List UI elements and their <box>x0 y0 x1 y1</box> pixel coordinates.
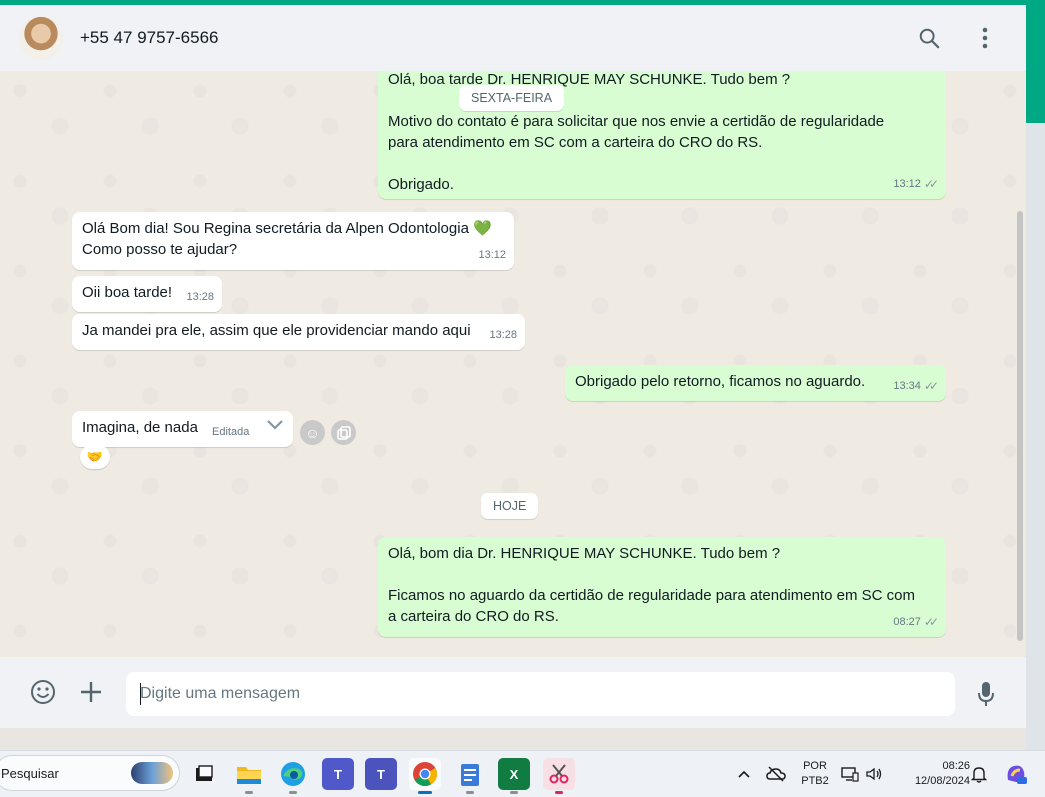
header-actions <box>916 25 998 51</box>
volume-icon[interactable] <box>862 758 886 790</box>
message-text: Imagina, de nada <box>82 419 198 436</box>
message-text: Ficamos no aguardo da certidão de regula… <box>388 587 915 604</box>
taskbar-search-label: Pesquisar <box>1 765 59 781</box>
snipping-tool-icon[interactable] <box>543 758 575 794</box>
message-time: 13:28 <box>186 291 214 303</box>
clock-time: 08:26 <box>942 760 970 772</box>
date-separator: HOJE <box>481 493 539 519</box>
time-label: 13:34 <box>893 380 921 392</box>
notification-bell-icon[interactable] <box>966 758 992 790</box>
contact-name[interactable]: +55 47 9757-6566 <box>80 28 219 48</box>
message-list[interactable]: Olá, boa tarde Dr. HENRIQUE MAY SCHUNKE.… <box>0 71 1026 657</box>
clock-date: 12/08/2024 <box>914 775 970 787</box>
message-line: Olá Bom dia! Sou Regina secretária da Al… <box>82 218 504 239</box>
message-incoming[interactable]: Ja mandei pra ele, assim que ele provide… <box>72 314 525 350</box>
running-indicator <box>466 791 474 794</box>
message-text: Motivo do contato é para solicitar que n… <box>388 113 885 130</box>
message-outgoing[interactable]: Obrigado pelo retorno, ficamos no aguard… <box>565 365 946 401</box>
message-incoming[interactable]: Imagina, de nada Editada <box>72 411 293 447</box>
window-right-panel <box>1026 123 1045 750</box>
message-text: Obrigado. <box>388 176 454 193</box>
message-text: Obrigado pelo retorno, ficamos no aguard… <box>575 373 866 390</box>
network-icon[interactable] <box>838 758 862 790</box>
search-icon[interactable] <box>916 25 942 51</box>
chat-header: +55 47 9757-6566 <box>0 5 1026 71</box>
running-indicator <box>510 791 518 794</box>
message-time: 13:12 <box>478 249 506 261</box>
message-outgoing[interactable]: Olá, bom dia Dr. HENRIQUE MAY SCHUNKE. T… <box>378 537 946 637</box>
window-right-accent <box>1026 5 1045 123</box>
active-indicator <box>418 791 432 794</box>
windows-taskbar: Pesquisar T T X POR PTB2 08:26 12/08/202… <box>0 750 1045 797</box>
date-separator: SEXTA-FEIRA <box>459 85 565 111</box>
message-text: Como posso te ajudar? <box>82 241 238 258</box>
teams-classic-icon[interactable]: T <box>365 758 397 790</box>
chevron-up-icon[interactable] <box>730 758 758 790</box>
react-emoji-icon[interactable]: ☺ <box>300 420 325 445</box>
clock[interactable]: 08:26 12/08/2024 <box>896 759 970 789</box>
avatar[interactable] <box>19 16 63 60</box>
message-time: 13:28 <box>489 329 517 341</box>
message-time: 13:34 ✓✓ <box>893 376 939 397</box>
microphone-icon[interactable] <box>971 679 1001 709</box>
chat-scrollbar[interactable] <box>1017 211 1023 641</box>
running-indicator <box>289 791 297 794</box>
message-text: Olá, bom dia Dr. HENRIQUE MAY SCHUNKE. T… <box>388 545 781 562</box>
message-time: 08:27 ✓✓ <box>893 612 939 633</box>
whatsapp-window: +55 47 9757-6566 Olá, boa tarde Dr. HENR… <box>0 5 1026 728</box>
text-caret <box>140 683 141 705</box>
reaction-badge[interactable]: 🤝 <box>80 445 110 469</box>
chevron-down-icon[interactable] <box>265 417 285 438</box>
time-label: 08:27 <box>893 616 921 628</box>
copilot-icon[interactable] <box>1000 758 1032 790</box>
message-incoming[interactable]: Olá Bom dia! Sou Regina secretária da Al… <box>72 212 514 270</box>
task-view-icon[interactable] <box>188 758 220 790</box>
composer-bar <box>0 657 1026 728</box>
taskbar-search[interactable]: Pesquisar <box>0 755 180 791</box>
menu-dots-icon[interactable] <box>972 25 998 51</box>
emoji-icon[interactable] <box>28 677 58 707</box>
keyboard-language[interactable]: POR PTB2 <box>797 759 833 789</box>
file-explorer-icon[interactable] <box>233 758 265 794</box>
message-text: Olá Bom dia! Sou Regina secretária da Al… <box>82 220 469 237</box>
excel-icon[interactable]: X <box>498 758 530 794</box>
message-incoming[interactable]: Oii boa tarde! 13:28 <box>72 276 222 312</box>
onedrive-offline-icon[interactable] <box>762 758 790 790</box>
message-time: 13:12 ✓✓ <box>893 174 939 195</box>
message-text: Ja mandei pra ele, assim que ele provide… <box>82 322 471 339</box>
message-input[interactable] <box>126 672 955 716</box>
time-label: 13:12 <box>893 178 921 190</box>
message-text: a carteira do CRO do RS. <box>388 608 559 625</box>
plus-icon[interactable] <box>76 677 106 707</box>
edge-icon[interactable] <box>277 758 309 794</box>
read-checks-icon: ✓✓ <box>923 177 939 191</box>
running-indicator <box>555 791 563 794</box>
search-highlight-image <box>131 762 173 784</box>
running-indicator <box>245 791 253 794</box>
teams-icon[interactable]: T <box>322 758 354 790</box>
read-checks-icon: ✓✓ <box>923 379 939 393</box>
forward-copy-icon[interactable] <box>331 420 356 445</box>
language-label: POR <box>803 760 827 772</box>
chrome-icon[interactable] <box>409 758 441 794</box>
message-text: para atendimento em SC com a carteira do… <box>388 134 763 151</box>
notepad-icon[interactable] <box>454 758 486 794</box>
read-checks-icon: ✓✓ <box>923 615 939 629</box>
layout-label: PTB2 <box>801 775 829 787</box>
edited-label: Editada <box>212 426 250 438</box>
green-heart-emoji: 💚 <box>473 220 492 237</box>
